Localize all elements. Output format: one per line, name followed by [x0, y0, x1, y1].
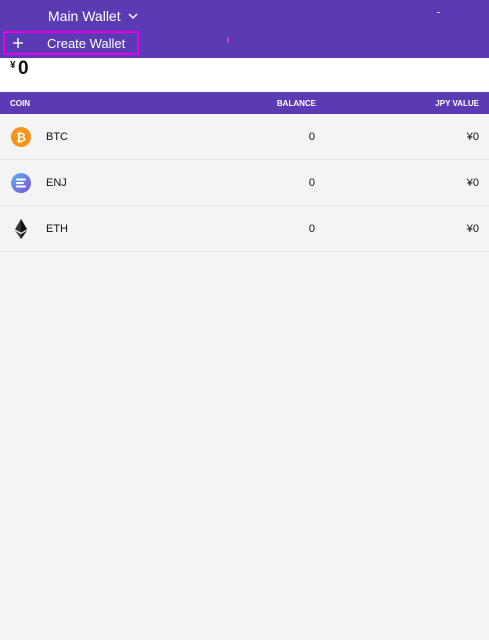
wallet-selector[interactable]: Main Wallet: [48, 7, 139, 25]
column-header-coin: COIN: [10, 99, 30, 108]
bitcoin-icon: ₿: [11, 127, 31, 147]
cursor-mark: [227, 38, 229, 42]
coin-balance: 0: [308, 223, 315, 235]
coin-jpy-value: ¥0: [466, 131, 479, 143]
enjin-icon: [11, 173, 31, 193]
coin-balance: 0: [308, 131, 315, 143]
ethereum-icon: [15, 219, 27, 239]
status-dot: [437, 12, 440, 13]
total-amount: 0: [18, 58, 29, 79]
table-row[interactable]: ETH 0 ¥0: [0, 206, 489, 252]
plus-icon: [13, 38, 23, 48]
coin-symbol: ETH: [46, 223, 68, 235]
coin-symbol: ENJ: [46, 177, 67, 189]
chevron-down-icon: [128, 13, 138, 20]
column-header-balance: BALANCE: [276, 99, 316, 108]
coin-jpy-value: ¥0: [466, 223, 479, 235]
create-wallet-label: Create Wallet: [47, 35, 126, 51]
currency-symbol: ¥: [10, 60, 16, 71]
table-row[interactable]: ₿ BTC 0 ¥0: [0, 114, 489, 160]
coin-symbol: BTC: [46, 131, 68, 143]
top-bar: Main Wallet Create Wallet: [0, 0, 489, 58]
coin-balance: 0: [308, 177, 315, 189]
table-row[interactable]: ENJ 0 ¥0: [0, 160, 489, 206]
svg-text:₿: ₿: [16, 131, 26, 145]
table-header: COIN BALANCE JPY VALUE: [0, 92, 489, 114]
column-header-jpy-value: JPY VALUE: [435, 99, 479, 108]
coin-jpy-value: ¥0: [466, 177, 479, 189]
total-balance: ¥ 0: [0, 58, 489, 92]
wallet-name: Main Wallet: [48, 8, 121, 24]
create-wallet-button[interactable]: Create Wallet: [3, 31, 139, 55]
